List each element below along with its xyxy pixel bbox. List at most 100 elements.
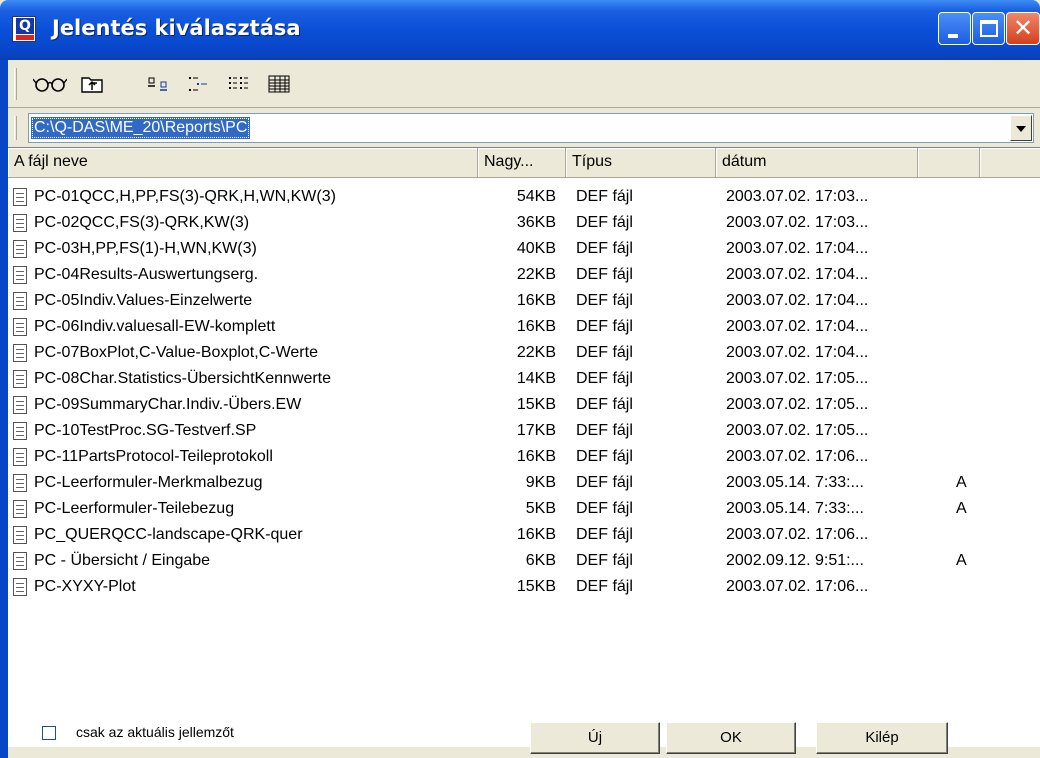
file-date: 2003.07.02. 17:04... [726,266,869,283]
column-header-type[interactable]: Típus [566,148,716,178]
minimize-button[interactable] [938,12,971,45]
file-name: PC-09SummaryChar.Indiv.-Übers.EW [34,396,302,413]
table-row[interactable]: PC-09SummaryChar.Indiv.-Übers.EW 15KB DEF … [8,392,1040,418]
details-view-icon[interactable] [266,73,292,95]
list-header: A fájl neve Nagy... Típus dátum [8,148,1040,178]
table-row[interactable]: PC-11PartsProtocol-Teileprotokoll 16KB DEF… [8,444,1040,470]
file-date: 2003.07.02. 17:04... [726,240,869,257]
table-row[interactable]: PC-01QCC,H,PP,FS(3)-QRK,H,WN,KW(3) 54KB DE… [8,184,1040,210]
current-characteristic-checkbox[interactable] [42,726,56,740]
file-type: DEF fájl [576,370,633,387]
app-icon[interactable]: Q [12,16,36,42]
column-header-date[interactable]: dátum [716,148,918,178]
table-row[interactable]: PC-04Results-Auswertungserg. 22KB DEF fájl… [8,262,1040,288]
file-icon [13,240,27,258]
table-row[interactable]: PC_QUERQCC-landscape-QRK-quer 16KB DEF fáj… [8,522,1040,548]
file-icon [13,474,27,492]
file-icon [13,448,27,466]
file-size: 36KB [516,214,556,231]
file-name: PC-08Char.Statistics-ÜbersichtKennwerte [34,370,332,387]
file-size: 17KB [516,422,556,439]
column-header-size[interactable]: Nagy... [478,148,566,178]
folder-up-icon[interactable] [78,73,106,95]
new-button[interactable]: Új [530,722,660,754]
column-header-attributes[interactable] [918,148,980,178]
file-name: PC-Leerformuler-Merkmalbezug [34,474,263,491]
file-size: 54KB [516,188,556,205]
path-combobox[interactable]: C:\Q-DAS\ME_20\Reports\PC [28,113,1034,143]
file-type: DEF fájl [576,500,633,517]
file-date: 2003.07.02. 17:06... [726,578,869,595]
file-date: 2003.07.02. 17:06... [726,526,869,543]
table-row[interactable]: PC-02QCC,FS(3)-QRK,KW(3) 36KB DEF fájl 2003… [8,210,1040,236]
file-name: PC-Leerformuler-Teilebezug [34,500,235,517]
maximize-button[interactable] [972,12,1005,45]
file-size: 5KB [525,500,556,517]
file-name: PC-07BoxPlot,C-Value-Boxplot,C-Werte [34,344,318,361]
file-icon [13,188,27,206]
table-row[interactable]: PC-Leerformuler-Merkmalbezug 9KB DEF fájl 2… [8,470,1040,496]
file-date: 2003.07.02. 17:03... [726,188,869,205]
table-row[interactable]: PC - Übersicht / Eingabe 6KB DEF fájl 2002.… [8,548,1040,574]
window-frame [0,60,8,758]
glasses-icon[interactable] [32,73,68,95]
title-bar[interactable]: Q Jelentés kiválasztása ✕ [0,0,1040,60]
table-row[interactable]: PC-XYXY-Plot 15KB DEF fájl 2003.07.02. 17:0… [8,574,1040,600]
table-row[interactable]: PC-Leerformuler-Teilebezug 5KB DEF fájl 200… [8,496,1040,522]
file-name: PC-03H,PP,FS(1)-H,WN,KW(3) [34,240,257,257]
file-date: 2003.05.14. 7:33:... [726,474,864,491]
toolbar-grip[interactable] [14,68,17,100]
table-row[interactable]: PC-05Indiv.Values-Einzelwerte 16KB DEF fáj… [8,288,1040,314]
file-name: PC - Übersicht / Eingabe [34,552,211,569]
file-name: PC-02QCC,FS(3)-QRK,KW(3) [34,214,250,231]
close-icon: ✕ [1012,14,1034,42]
file-name: PC-05Indiv.Values-Einzelwerte [34,292,253,309]
table-row[interactable]: PC-06Indiv.valuesall-EW-komplett 16KB DEF … [8,314,1040,340]
table-row[interactable]: PC-10TestProc.SG-Testverf.SP 17KB DEF fájl… [8,418,1040,444]
small-icons-view-icon[interactable] [186,73,212,95]
path-dropdown-button[interactable] [1010,115,1032,141]
table-row[interactable]: PC-03H,PP,FS(1)-H,WN,KW(3) 40KB DEF fájl 20… [8,236,1040,262]
table-row[interactable]: PC-07BoxPlot,C-Value-Boxplot,C-Werte 22KB… [8,340,1040,366]
exit-button[interactable]: Kilép [816,722,948,754]
file-size: 15KB [516,396,556,413]
table-row[interactable]: PC-08Char.Statistics-ÜbersichtKennwerte 1… [8,366,1040,392]
dialog-body: C:\Q-DAS\ME_20\Reports\PC A fájl neve Na… [8,60,1040,758]
window-title: Jelentés kiválasztása [52,16,301,40]
file-type: DEF fájl [576,266,633,283]
file-icon [13,266,27,284]
file-name: PC-XYXY-Plot [34,578,136,595]
file-date: 2003.07.02. 17:06... [726,448,869,465]
file-name: PC-01QCC,H,PP,FS(3)-QRK,H,WN,KW(3) [34,188,336,205]
file-size: 16KB [516,292,556,309]
file-attribute: A [956,474,967,491]
file-icon [13,422,27,440]
file-icon [13,578,27,596]
path-bar: C:\Q-DAS\ME_20\Reports\PC [8,108,1040,148]
file-size: 6KB [525,552,556,569]
file-date: 2003.07.02. 17:05... [726,422,869,439]
file-size: 9KB [525,474,556,491]
close-button[interactable]: ✕ [1006,12,1040,45]
pathbar-grip[interactable] [14,116,17,140]
ok-button[interactable]: OK [666,722,796,754]
file-icon [13,214,27,232]
file-size: 16KB [516,318,556,335]
file-size: 16KB [516,526,556,543]
list-view-icon[interactable] [226,73,252,95]
file-type: DEF fájl [576,396,633,413]
large-icons-view-icon[interactable] [146,73,172,95]
file-attribute: A [956,552,967,569]
toolbar [8,60,1040,108]
file-name: PC-06Indiv.valuesall-EW-komplett [34,318,276,335]
file-list[interactable]: A fájl neve Nagy... Típus dátum PC-01QCC… [8,147,1040,747]
file-date: 2003.07.02. 17:04... [726,318,869,335]
file-date: 2003.07.02. 17:03... [726,214,869,231]
file-icon [13,526,27,544]
file-date: 2003.07.02. 17:05... [726,370,869,387]
file-type: DEF fájl [576,240,633,257]
column-header-filler [980,148,1040,178]
file-size: 16KB [516,448,556,465]
column-header-name[interactable]: A fájl neve [8,148,478,178]
file-type: DEF fájl [576,526,633,543]
